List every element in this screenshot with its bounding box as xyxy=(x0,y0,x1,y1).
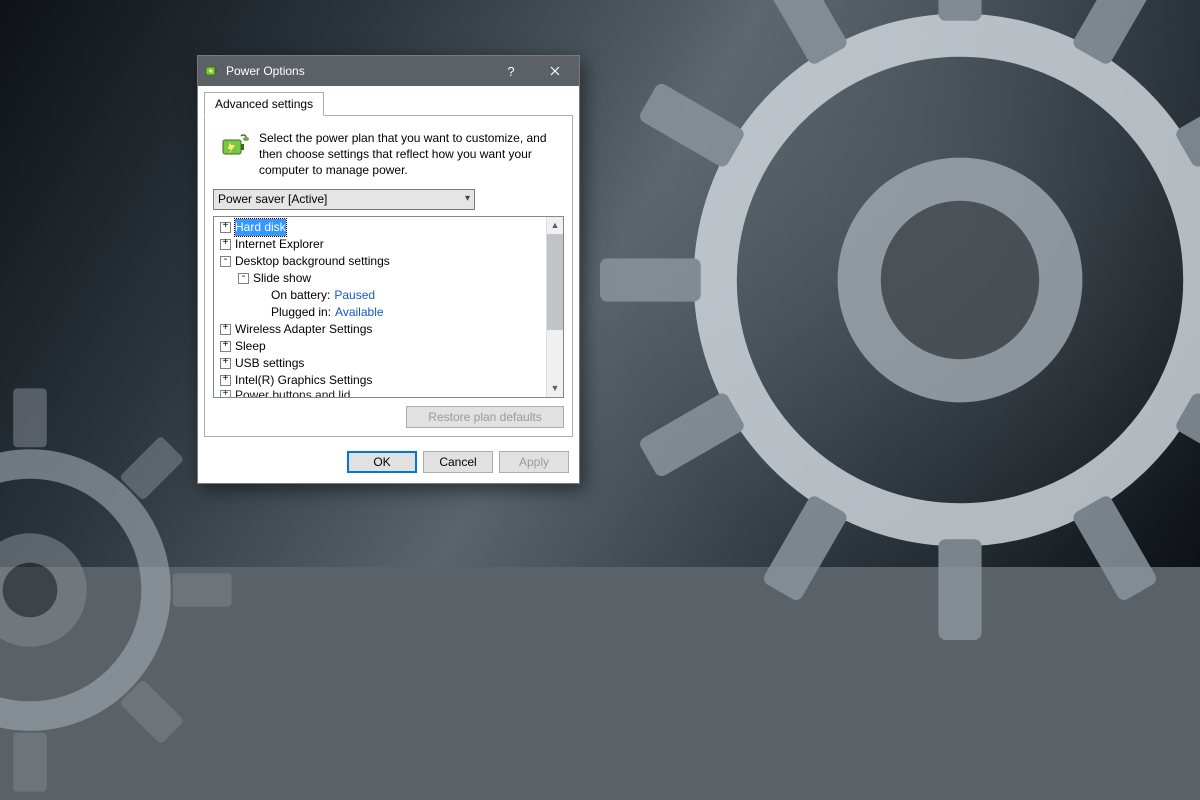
tree-label: Sleep xyxy=(235,338,266,355)
expand-icon[interactable]: + xyxy=(220,324,231,335)
tree-label: Power buttons and lid xyxy=(235,387,350,397)
tree-item-power-buttons[interactable]: + Power buttons and lid xyxy=(216,387,546,397)
expand-icon[interactable]: + xyxy=(220,341,231,352)
scroll-track[interactable] xyxy=(547,330,563,380)
chevron-down-icon: ▾ xyxy=(465,193,470,204)
cancel-button[interactable]: Cancel xyxy=(423,451,493,473)
dialog-body: Advanced settings Select the power plan … xyxy=(198,86,579,483)
tree-label: Wireless Adapter Settings xyxy=(235,321,372,338)
tree-label: Desktop background settings xyxy=(235,253,390,270)
power-plan-icon xyxy=(219,130,251,162)
setting-label: Plugged in: xyxy=(271,304,331,321)
power-plan-selected: Power saver [Active] xyxy=(218,192,327,206)
tree-item-sleep[interactable]: + Sleep xyxy=(216,338,546,355)
tree-label: USB settings xyxy=(235,355,304,372)
tab-advanced-settings[interactable]: Advanced settings xyxy=(204,92,324,116)
ok-button[interactable]: OK xyxy=(347,451,417,473)
tree-item-slide-show[interactable]: - Slide show xyxy=(216,270,546,287)
tree-scrollbar[interactable]: ▲ ▼ xyxy=(546,217,563,397)
tree-label: Internet Explorer xyxy=(235,236,324,253)
scroll-down-icon[interactable]: ▼ xyxy=(547,380,563,397)
titlebar[interactable]: Power Options ? xyxy=(198,56,579,86)
tree-value-plugged-in[interactable]: Plugged in: Available xyxy=(216,304,546,321)
tree-item-wireless[interactable]: + Wireless Adapter Settings xyxy=(216,321,546,338)
settings-tree: + Hard disk + Internet Explorer - Deskto… xyxy=(213,216,564,398)
apply-button[interactable]: Apply xyxy=(499,451,569,473)
collapse-icon[interactable]: - xyxy=(238,273,249,284)
restore-row: Restore plan defaults xyxy=(213,398,564,428)
intro-row: Select the power plan that you want to c… xyxy=(213,126,564,189)
dialog-title: Power Options xyxy=(226,64,489,78)
desktop-background xyxy=(0,0,1200,567)
tree-item-hard-disk[interactable]: + Hard disk xyxy=(216,219,546,236)
help-button[interactable]: ? xyxy=(489,56,533,86)
power-options-dialog: Power Options ? Advanced settings Select… xyxy=(197,55,580,484)
tree-item-internet-explorer[interactable]: + Internet Explorer xyxy=(216,236,546,253)
close-button[interactable] xyxy=(533,56,577,86)
tree-body: + Hard disk + Internet Explorer - Deskto… xyxy=(214,217,546,397)
expand-icon[interactable]: + xyxy=(220,358,231,369)
advanced-settings-panel: Select the power plan that you want to c… xyxy=(204,116,573,437)
tree-label: Hard disk xyxy=(235,220,286,234)
dialog-footer: OK Cancel Apply xyxy=(198,443,579,483)
setting-value[interactable]: Paused xyxy=(334,287,375,304)
tree-label: Slide show xyxy=(253,270,311,287)
intro-text: Select the power plan that you want to c… xyxy=(259,130,560,179)
tree-value-on-battery[interactable]: On battery: Paused xyxy=(216,287,546,304)
scroll-thumb[interactable] xyxy=(547,234,563,330)
tree-item-usb[interactable]: + USB settings xyxy=(216,355,546,372)
tree-item-desktop-background[interactable]: - Desktop background settings xyxy=(216,253,546,270)
setting-label: On battery: xyxy=(271,287,330,304)
power-plan-select[interactable]: Power saver [Active] ▾ xyxy=(213,189,475,210)
tabstrip: Advanced settings xyxy=(204,92,573,116)
gear-large-graphic xyxy=(600,0,1200,640)
collapse-icon[interactable]: - xyxy=(220,256,231,267)
scroll-up-icon[interactable]: ▲ xyxy=(547,217,563,234)
close-icon xyxy=(550,66,560,76)
expand-icon[interactable]: + xyxy=(220,375,231,386)
restore-defaults-button[interactable]: Restore plan defaults xyxy=(406,406,564,428)
expand-icon[interactable]: + xyxy=(220,222,231,233)
setting-value[interactable]: Available xyxy=(335,304,383,321)
battery-icon xyxy=(204,63,220,79)
expand-icon[interactable]: + xyxy=(220,390,231,397)
expand-icon[interactable]: + xyxy=(220,239,231,250)
